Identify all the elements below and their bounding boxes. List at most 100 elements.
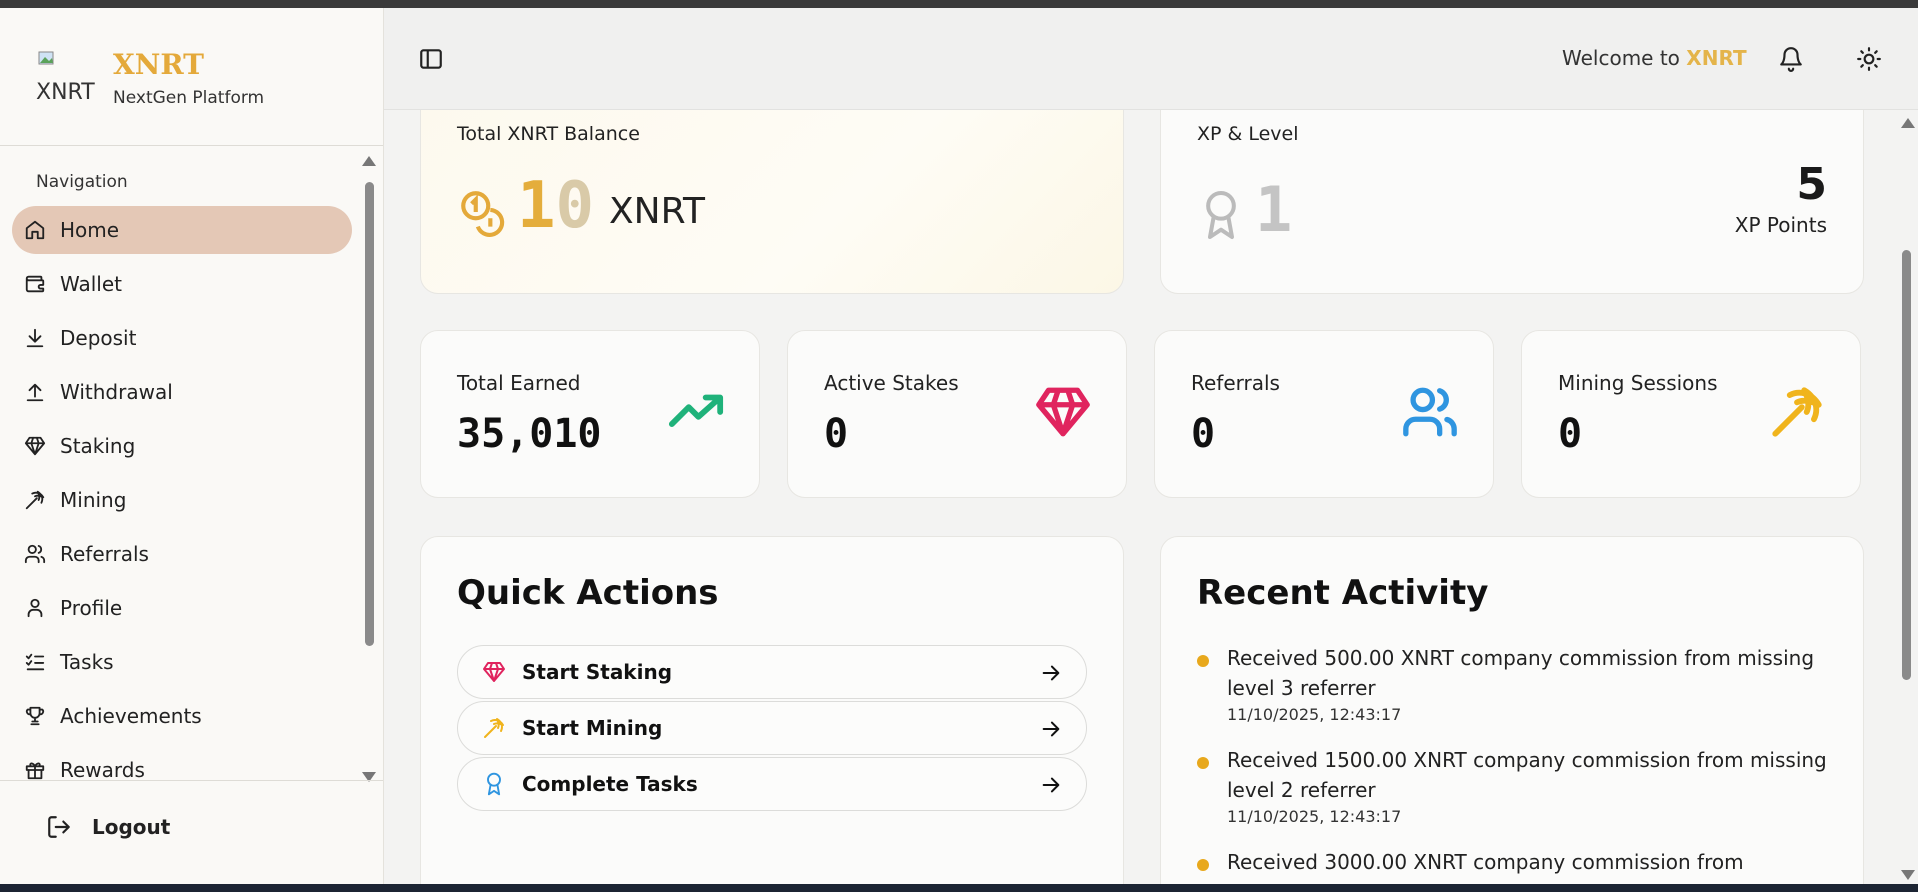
stat-card-referrals: Referrals 0: [1154, 330, 1494, 498]
activity-item: Received 3000.00 XNRT company commission…: [1197, 847, 1837, 879]
activity-dot: [1197, 757, 1209, 769]
stat-label: Total Earned: [457, 371, 581, 395]
wallet-icon: [25, 275, 45, 293]
list-checks-icon: [25, 653, 45, 671]
main-scrollbar[interactable]: [1896, 110, 1918, 884]
recent-activity-card: Recent Activity Received 500.00 XNRT com…: [1160, 536, 1864, 884]
arrow-right-icon: [1042, 721, 1060, 737]
balance-amount-digit: 1: [517, 169, 556, 243]
home-icon: [25, 220, 45, 240]
xp-level-value: 1: [1255, 173, 1293, 246]
sidebar-item-label: Staking: [60, 434, 136, 458]
sidebar-item-label: Rewards: [60, 758, 145, 782]
stat-label: Referrals: [1191, 371, 1280, 395]
taskbar-edge: [0, 884, 1918, 892]
nav-heading: Navigation: [36, 172, 128, 192]
pickaxe-icon: [25, 490, 45, 510]
gem-icon: [24, 436, 46, 456]
quick-action-label: Start Staking: [522, 660, 673, 684]
scrollbar-thumb[interactable]: [365, 182, 374, 646]
sidebar-nav: Home Wallet Deposit Withdrawal Staking M…: [12, 206, 352, 784]
scroll-up-arrow-icon[interactable]: [362, 156, 376, 166]
trophy-icon: [25, 706, 45, 726]
xp-title: XP & Level: [1197, 123, 1299, 145]
quick-actions-card: Quick Actions Start Staking Start Mining…: [420, 536, 1124, 884]
recent-activity-title: Recent Activity: [1197, 573, 1489, 613]
theme-toggle-sun-icon[interactable]: [1856, 46, 1882, 72]
gem-icon: [1036, 387, 1090, 437]
activity-item: Received 1500.00 XNRT company commission…: [1197, 745, 1837, 826]
activity-text: Received 3000.00 XNRT company commission…: [1227, 850, 1744, 874]
sidebar-item-label: Profile: [60, 596, 123, 620]
download-icon: [26, 328, 44, 348]
logout-button[interactable]: Logout: [46, 814, 170, 840]
quick-action-label: Start Mining: [522, 716, 663, 740]
brand-header: XNRT XNRT NextGen Platform: [0, 8, 383, 146]
sidebar-item-rewards[interactable]: Rewards: [12, 746, 352, 784]
stat-value: 0: [1191, 411, 1216, 457]
sidebar-item-staking[interactable]: Staking: [12, 422, 352, 470]
sidebar-item-label: Achievements: [60, 704, 202, 728]
start-staking-button[interactable]: Start Staking: [457, 645, 1087, 699]
balance-unit: XNRT: [609, 191, 705, 232]
sidebar-item-label: Tasks: [60, 650, 114, 674]
broken-image-icon: [38, 51, 54, 65]
sidebar-item-tasks[interactable]: Tasks: [12, 638, 352, 686]
sidebar-item-achievements[interactable]: Achievements: [12, 692, 352, 740]
activity-dot: [1197, 655, 1209, 667]
award-icon: [487, 772, 501, 796]
sidebar: XNRT XNRT NextGen Platform Navigation Ho…: [0, 8, 384, 884]
sidebar-item-wallet[interactable]: Wallet: [12, 260, 352, 308]
divider: [0, 780, 383, 781]
balance-amount: 10: [517, 169, 594, 243]
xp-points-label: XP Points: [1734, 213, 1827, 237]
arrow-right-icon: [1042, 665, 1060, 681]
sidebar-item-deposit[interactable]: Deposit: [12, 314, 352, 362]
sidebar-item-label: Deposit: [60, 326, 137, 350]
sidebar-item-label: Home: [60, 218, 120, 242]
scroll-down-arrow-icon[interactable]: [1901, 870, 1915, 880]
brand-logo-alt-text: XNRT: [36, 80, 95, 105]
balance-title: Total XNRT Balance: [457, 123, 640, 145]
activity-text: Received 500.00 XNRT company commission …: [1227, 646, 1815, 700]
sidebar-item-label: Withdrawal: [60, 380, 173, 404]
brand-logo: XNRT: [34, 48, 98, 108]
welcome-prefix: Welcome to: [1562, 46, 1687, 70]
top-bar: Welcome to XNRT: [384, 8, 1918, 110]
gift-icon: [25, 762, 45, 780]
bell-icon[interactable]: [1778, 46, 1804, 72]
welcome-brand: XNRT: [1686, 46, 1747, 70]
sidebar-item-label: Referrals: [60, 542, 149, 566]
upload-icon: [26, 383, 44, 402]
activity-dot: [1197, 859, 1209, 871]
sidebar-item-referrals[interactable]: Referrals: [12, 530, 352, 578]
quick-actions-title: Quick Actions: [457, 573, 719, 613]
stat-label: Mining Sessions: [1558, 371, 1718, 395]
start-mining-button[interactable]: Start Mining: [457, 701, 1087, 755]
brand-name: XNRT: [113, 48, 204, 81]
award-icon: [1206, 190, 1236, 240]
sidebar-item-label: Wallet: [60, 272, 123, 296]
stat-value: 0: [824, 411, 849, 457]
sidebar-toggle-icon[interactable]: [418, 46, 444, 72]
stat-card-total-earned: Total Earned 35,010: [420, 330, 760, 498]
sidebar-item-home[interactable]: Home: [12, 206, 352, 254]
arrow-right-icon: [1042, 777, 1060, 793]
activity-time: 11/10/2025, 12:43:17: [1227, 705, 1402, 724]
balance-card: Total XNRT Balance 10 XNRT: [420, 110, 1124, 294]
sidebar-scrollbar[interactable]: [362, 152, 378, 782]
activity-time: 11/10/2025, 12:43:17: [1227, 807, 1402, 826]
sidebar-item-mining[interactable]: Mining: [12, 476, 352, 524]
complete-tasks-button[interactable]: Complete Tasks: [457, 757, 1087, 811]
sidebar-item-profile[interactable]: Profile: [12, 584, 352, 632]
scrollbar-thumb[interactable]: [1902, 250, 1911, 680]
sidebar-item-withdrawal[interactable]: Withdrawal: [12, 368, 352, 416]
window-top-edge: [0, 0, 1918, 8]
log-out-icon: [48, 816, 70, 838]
xp-points-value: 5: [1796, 159, 1827, 210]
stat-label: Active Stakes: [824, 371, 959, 395]
welcome-text: Welcome to XNRT: [1562, 46, 1747, 70]
stat-card-active-stakes: Active Stakes 0: [787, 330, 1127, 498]
scroll-up-arrow-icon[interactable]: [1901, 118, 1915, 128]
pickaxe-icon: [484, 718, 504, 738]
